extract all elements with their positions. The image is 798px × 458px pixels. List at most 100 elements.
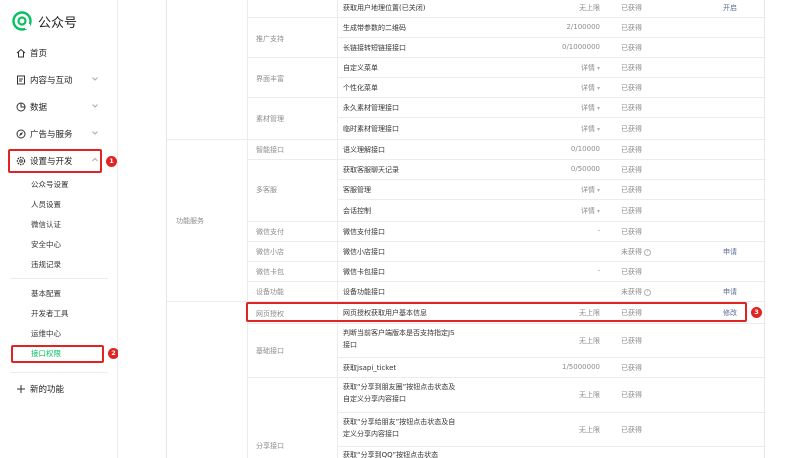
apply-link[interactable]: 申请 xyxy=(723,287,737,297)
app-logo[interactable]: 公众号 xyxy=(12,10,77,32)
api-quota: 0/10000 xyxy=(570,145,600,153)
subnav-basic-config[interactable]: 基本配置 xyxy=(31,287,61,301)
plus-icon xyxy=(17,385,25,393)
chevron-down-icon: ▾ xyxy=(596,126,600,133)
details-dropdown[interactable]: 详情 ▾ xyxy=(520,83,600,93)
main-content: 功能服务 推广支持 界面丰富 素材管理 智能接口 多客服 微信支付 微信小店 微… xyxy=(118,0,798,458)
highlight-box-web-auth xyxy=(246,302,747,322)
section-label: 功能服务 xyxy=(176,217,204,225)
nav-data[interactable]: 数据 xyxy=(0,97,118,117)
api-status: 已获得 xyxy=(621,104,642,112)
api-status: 已获得 xyxy=(621,4,642,12)
api-status: 已获得 xyxy=(621,64,642,72)
category-label: 多客服 xyxy=(256,186,277,194)
row-divider xyxy=(247,323,766,324)
row-divider xyxy=(247,377,766,378)
chart-icon xyxy=(16,102,26,112)
row-divider xyxy=(247,281,766,282)
details-dropdown[interactable]: 详情 ▾ xyxy=(520,124,600,134)
category-label: 智能接口 xyxy=(256,146,284,154)
api-name: 获取jsapi_ticket xyxy=(343,364,397,372)
api-name: 微信支付接口 xyxy=(343,228,385,236)
details-label: 详情 xyxy=(580,207,595,215)
details-label: 详情 xyxy=(580,186,595,194)
highlight-box-settings xyxy=(8,149,102,173)
api-quota: - xyxy=(597,267,600,275)
api-status: 已获得 xyxy=(621,24,642,32)
nav-ads-label: 广告与服务 xyxy=(30,130,73,140)
api-name: 会话控制 xyxy=(343,207,371,215)
chevron-down-icon xyxy=(92,104,98,108)
column-divider xyxy=(247,0,248,458)
subnav-dev-tools[interactable]: 开发者工具 xyxy=(31,307,69,321)
nav-ads[interactable]: 广告与服务 xyxy=(0,124,118,144)
api-status: 已获得 xyxy=(621,125,642,133)
subnav-security-center[interactable]: 安全中心 xyxy=(31,238,61,252)
chevron-down-icon xyxy=(92,77,98,81)
home-icon xyxy=(16,48,26,58)
api-status-group: 未获得? xyxy=(621,287,651,297)
subnav-ops-center[interactable]: 运维中心 xyxy=(31,327,61,341)
category-label: 界面丰富 xyxy=(256,75,284,83)
api-status: 已获得 xyxy=(621,186,642,194)
api-name: 获取“分享给朋友”按钮点击状态及自定义分享内容接口 xyxy=(343,418,456,438)
api-name: 微信卡包接口 xyxy=(343,268,385,276)
api-name: 获取“分享到朋友圈”按钮点击状态及自定义分享内容接口 xyxy=(343,383,456,403)
document-icon xyxy=(17,75,25,85)
api-status: 已获得 xyxy=(621,146,642,154)
api-name: 生成带参数的二维码 xyxy=(343,24,406,32)
api-quota: 1/5000000 xyxy=(562,363,600,371)
category-label: 微信支付 xyxy=(256,228,284,236)
nav-content-label: 内容与互动 xyxy=(30,76,73,86)
enable-link[interactable]: 开启 xyxy=(723,3,737,13)
api-name: 个性化菜单 xyxy=(343,84,378,92)
api-quota: 无上限 xyxy=(579,426,600,434)
api-name: 长链接转短链接接口 xyxy=(343,44,406,52)
api-status: 未获得 xyxy=(621,248,642,256)
details-label: 详情 xyxy=(580,125,595,133)
question-icon[interactable]: ? xyxy=(644,248,651,256)
details-dropdown[interactable]: 详情 ▾ xyxy=(520,63,600,73)
api-status: 已获得 xyxy=(621,44,642,52)
row-divider xyxy=(337,117,766,118)
api-status: 已获得 xyxy=(621,337,642,345)
row-divider xyxy=(247,17,766,18)
api-name: 永久素材管理接口 xyxy=(343,104,399,112)
api-quota: 无上限 xyxy=(579,337,600,345)
divider xyxy=(10,372,108,373)
api-status: 未获得 xyxy=(621,288,642,296)
apply-link[interactable]: 申请 xyxy=(723,247,737,257)
details-dropdown[interactable]: 详情 ▾ xyxy=(520,103,600,113)
nav-data-label: 数据 xyxy=(30,103,48,113)
api-quota: 无上限 xyxy=(579,4,600,12)
question-icon[interactable]: ? xyxy=(644,288,651,296)
api-quota: 0/1000000 xyxy=(562,43,600,51)
api-name: 设备功能接口 xyxy=(343,288,385,296)
details-label: 详情 xyxy=(580,104,595,112)
api-status: 已获得 xyxy=(621,84,642,92)
subnav-account-settings[interactable]: 公众号设置 xyxy=(31,178,69,192)
api-status: 已获得 xyxy=(621,391,642,399)
nav-content[interactable]: 内容与互动 xyxy=(0,70,118,90)
api-status: 已获得 xyxy=(621,228,642,236)
api-name: 获取用户地理位置(已关闭) xyxy=(343,4,426,12)
api-quota: 无上限 xyxy=(579,391,600,399)
api-quota: 2/100000 xyxy=(566,23,600,31)
chevron-down-icon: ▾ xyxy=(596,65,600,72)
subnav-staff-settings[interactable]: 人员设置 xyxy=(31,198,61,212)
api-status: 已获得 xyxy=(621,207,642,215)
column-divider xyxy=(337,0,338,458)
api-name: 微信小店接口 xyxy=(343,248,385,256)
api-quota: 0/50000 xyxy=(570,165,600,173)
nav-new-features[interactable]: 新的功能 xyxy=(0,379,118,399)
row-divider xyxy=(337,179,766,180)
row-divider xyxy=(247,241,766,242)
category-label: 微信卡包 xyxy=(256,268,284,276)
details-dropdown[interactable]: 详情 ▾ xyxy=(520,206,600,216)
details-dropdown[interactable]: 详情 ▾ xyxy=(520,185,600,195)
subnav-violation-records[interactable]: 违规记录 xyxy=(31,258,61,272)
subnav-verification[interactable]: 微信认证 xyxy=(31,218,61,232)
highlight-box-api-permissions xyxy=(11,345,104,363)
api-name: 客服管理 xyxy=(343,186,371,194)
nav-home[interactable]: 首页 xyxy=(0,43,118,63)
